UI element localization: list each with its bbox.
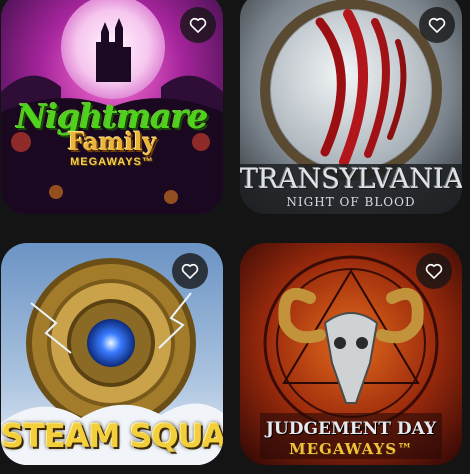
game-feature-label: MEGAWAYS™ xyxy=(288,440,414,458)
game-title: TRANSYLVANIA xyxy=(240,164,462,195)
favorite-button[interactable] xyxy=(416,253,452,289)
game-card-transylvania[interactable]: TRANSYLVANIA NIGHT OF BLOOD xyxy=(240,0,462,214)
heart-outline-icon xyxy=(425,263,443,279)
game-card-judgement-day[interactable]: JUDGEMENT DAY MEGAWAYS™ xyxy=(240,243,462,465)
game-title: JUDGEMENT DAY xyxy=(265,419,437,439)
heart-outline-icon xyxy=(189,17,207,33)
favorite-button[interactable] xyxy=(172,253,208,289)
game-card-nightmare-family[interactable]: Nightmare Family MEGAWAYS™ xyxy=(1,0,223,214)
favorite-button[interactable] xyxy=(419,7,455,43)
game-title: STEAM SQUAD xyxy=(1,417,223,455)
game-card-steam-squad[interactable]: STEAM SQUAD xyxy=(1,243,223,465)
game-feature-label: MEGAWAYS™ xyxy=(70,156,154,168)
game-subtitle: Family xyxy=(67,127,157,156)
favorite-button[interactable] xyxy=(180,7,216,43)
game-subtitle: NIGHT OF BLOOD xyxy=(286,195,416,209)
heart-outline-icon xyxy=(181,263,199,279)
heart-outline-icon xyxy=(428,17,446,33)
